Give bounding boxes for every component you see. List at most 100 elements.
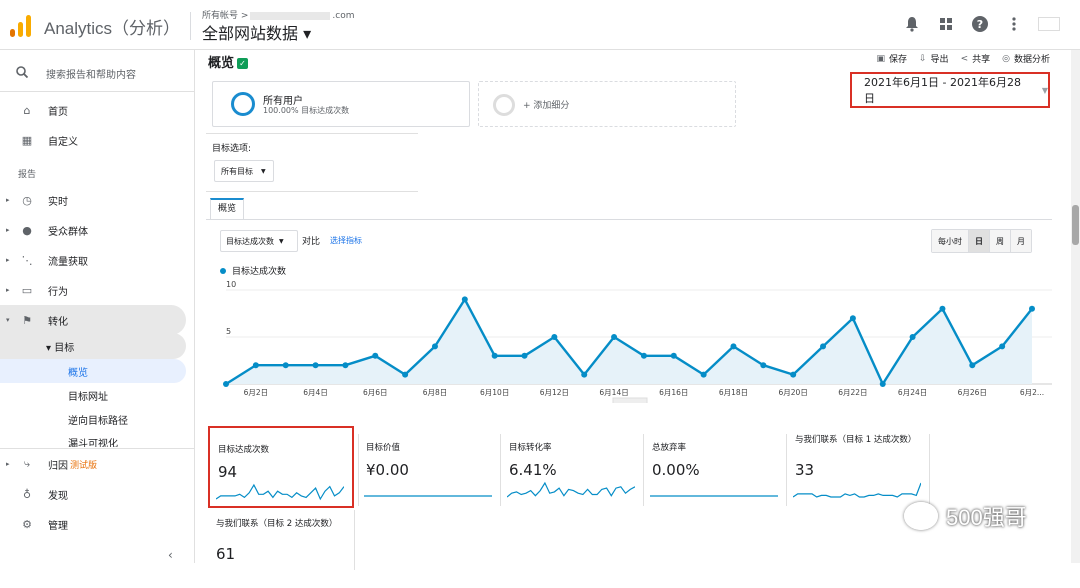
view-selector[interactable]: 全部网站数据 ▾ (202, 20, 311, 44)
person-icon: ● (22, 223, 32, 237)
tile-goal2-completions[interactable]: 与我们联系（目标 2 达成次数） 61 (208, 510, 348, 588)
page-scrollbar[interactable] (1071, 50, 1080, 563)
help-icon[interactable]: ? (970, 14, 990, 34)
sidebar-item-custom[interactable]: ▦ 自定义 (0, 125, 186, 155)
analytics-logo-icon[interactable] (10, 13, 32, 37)
choose-metric-link[interactable]: 选择指标 (330, 235, 362, 246)
sidebar-item-admin[interactable]: ⚙ 管理 (0, 509, 186, 539)
gear-icon: ⚙ (22, 517, 32, 531)
insights-icon: ◎ (1002, 53, 1010, 64)
search-input[interactable]: 搜索报告和帮助内容 (0, 56, 195, 92)
tab-overview[interactable]: 概览 (210, 198, 244, 220)
top-bar: Analytics（分析） 所有帐号 > .com 全部网站数据 ▾ ? (0, 0, 1080, 50)
svg-text:?: ? (977, 18, 983, 31)
sidebar: 搜索报告和帮助内容 ⌂ 首页 ▦ 自定义 报告 ▸ ◷ 实时 ▸ ● 受众群体 ▸ ⋱ 流量获取… (0, 50, 195, 563)
data-point (730, 343, 737, 350)
share-button[interactable]: < 共享 (960, 52, 991, 66)
x-tick-label: 6月6日 (363, 388, 388, 397)
data-point (551, 334, 558, 340)
main-content: 概览 ✓ ▣ 保存 ⇩ 导出 < 共享 ◎ 数据分析 所有用户 100.00% 目标达成次… (196, 50, 1064, 570)
acquisition-icon: ⋱ (21, 253, 33, 267)
save-button[interactable]: ▣ 保存 (876, 52, 907, 66)
tile-abandon-rate[interactable]: 总放弃率 0.00% (644, 426, 784, 504)
sparkline (650, 495, 778, 497)
data-point (879, 381, 886, 387)
sparkline-path (507, 481, 635, 498)
sidebar-item-acquisition[interactable]: ▸ ⋱ 流量获取 (0, 245, 186, 275)
date-range-picker[interactable]: 2021年6月1日 - 2021年6月28日 ▼ (850, 72, 1050, 108)
sidebar-item-goals[interactable]: ▾ 目标 (0, 333, 186, 359)
segment-all-users[interactable]: 所有用户 100.00% 目标达成次数 (212, 81, 470, 127)
sidebar-item-discover[interactable]: ♁ 发现 (0, 479, 186, 509)
sidebar-item-goals-overview[interactable]: 概览 (0, 359, 186, 383)
sidebar-item-home[interactable]: ⌂ 首页 (0, 95, 186, 125)
export-button[interactable]: ⇩ 导出 (919, 52, 949, 66)
divider (190, 12, 191, 40)
data-point (790, 371, 797, 378)
data-point (581, 371, 588, 378)
behavior-icon: ▭ (21, 283, 33, 297)
avatar[interactable] (1038, 17, 1060, 31)
save-icon: ▣ (876, 53, 885, 64)
data-point (372, 352, 379, 359)
bell-icon[interactable] (902, 14, 922, 34)
sidebar-item-reverse-goal-path[interactable]: 逆向目标路径 (0, 407, 186, 431)
sidebar-item-realtime[interactable]: ▸ ◷ 实时 (0, 185, 186, 215)
sidebar-item-goal-urls[interactable]: 目标网址 (0, 383, 186, 407)
vs-label: 对比 (302, 237, 321, 247)
section-label-reports: 报告 (18, 170, 37, 180)
tile-goal-conversion-rate[interactable]: 目标转化率 6.41% (501, 426, 641, 504)
sidebar-item-audience[interactable]: ▸ ● 受众群体 (0, 215, 186, 245)
lightbulb-icon: ♁ (22, 487, 32, 501)
chevron-down-icon: ▼ (279, 237, 284, 245)
scrollbar-thumb[interactable] (1072, 205, 1079, 245)
data-point (909, 334, 916, 340)
goal-option-select[interactable]: 所有目标 ▼ (214, 160, 274, 182)
add-segment-button[interactable]: + 添加细分 (478, 81, 736, 127)
apps-grid-icon[interactable] (936, 14, 956, 34)
more-vert-icon[interactable] (1004, 14, 1024, 34)
sparkline (793, 482, 921, 498)
granularity-hourly-button[interactable]: 每小时 (932, 230, 969, 252)
x-tick-label: 6月22日 (838, 388, 867, 397)
chevron-down-icon: ▼ (1041, 85, 1048, 95)
export-icon: ⇩ (919, 53, 927, 64)
share-icon: < (960, 53, 969, 64)
sparkline (364, 495, 492, 497)
sidebar-item-funnel[interactable]: 漏斗可视化 (0, 431, 186, 447)
collapse-sidebar-button[interactable]: ‹ (168, 548, 173, 562)
x-tick-label: 6月24日 (898, 388, 927, 397)
sidebar-item-attribution[interactable]: ▸ ⤷ 归因 测试版 (0, 449, 186, 479)
chart-resize-handle (612, 397, 648, 403)
granularity-month-button[interactable]: 月 (1011, 230, 1031, 252)
sidebar-item-behavior[interactable]: ▸ ▭ 行为 (0, 275, 186, 305)
granularity-day-button[interactable]: 日 (969, 230, 990, 252)
data-point (402, 371, 409, 378)
data-point (521, 352, 528, 359)
metric-select[interactable]: 目标达成次数 ▼ (220, 230, 298, 252)
page-title: 概览 ✓ (208, 52, 249, 71)
goal-completions-chart: 10 5 6月2日 6月4日 6月6日 6月8日 6月10日 6月12日 6月14日 6月16日 6… (223, 280, 1052, 403)
search-icon (16, 66, 30, 81)
granularity-week-button[interactable]: 周 (990, 230, 1011, 252)
x-tick-label: 6月8日 (423, 388, 448, 397)
data-point (611, 334, 618, 340)
divider (929, 434, 930, 506)
data-point (491, 352, 498, 359)
tile-goal-completions[interactable]: 目标达成次数 94 (208, 426, 354, 508)
data-point (1029, 305, 1035, 312)
y-tick-label: 5 (226, 327, 231, 336)
series-area (226, 299, 1032, 384)
tile-goal-value[interactable]: 目标价值 ¥0.00 (358, 426, 498, 504)
data-point (969, 362, 976, 369)
tab-underline (206, 219, 1052, 220)
sidebar-item-conversions[interactable]: ▾ ⚑ 转化 (0, 305, 186, 335)
data-point (700, 371, 707, 378)
verified-check-icon: ✓ (237, 58, 249, 69)
sparkline-path (216, 483, 344, 501)
data-point (820, 343, 827, 350)
dashboard-icon: ▦ (21, 133, 33, 147)
tile-goal1-completions[interactable]: 与我们联系（目标 1 达成次数） 33 (787, 426, 927, 504)
insights-button[interactable]: ◎ 数据分析 (1002, 52, 1050, 66)
x-tick-label: 6月10日 (480, 388, 509, 397)
